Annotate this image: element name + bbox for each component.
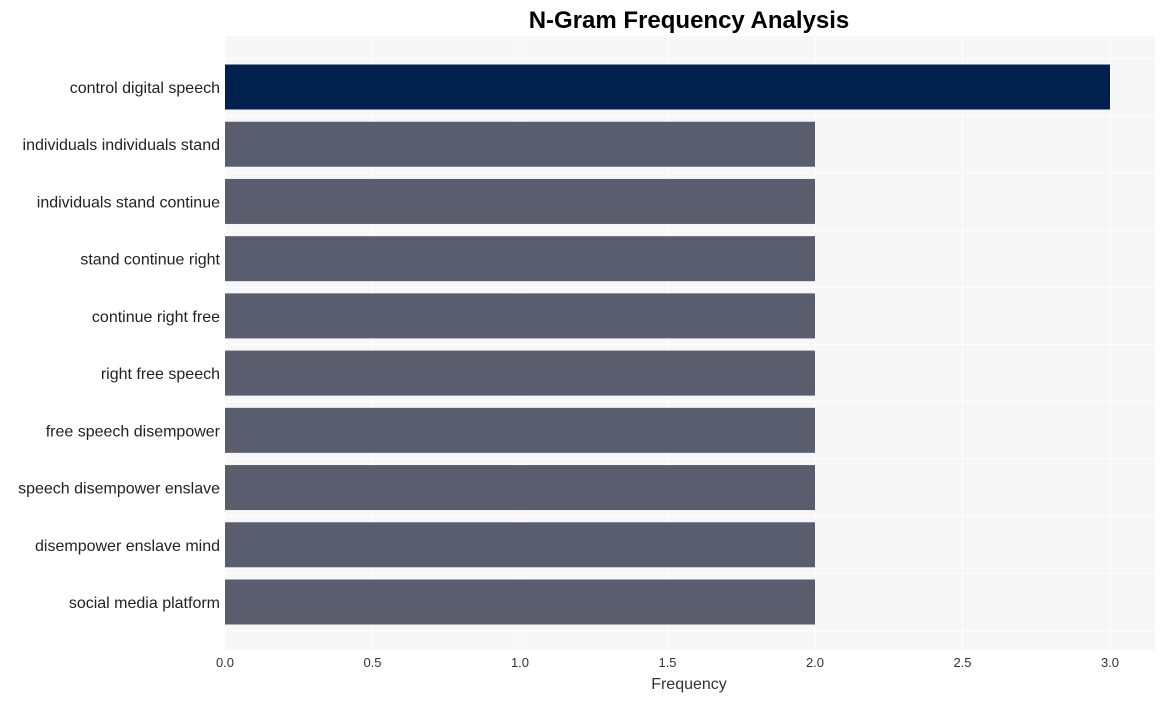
bar <box>225 236 815 282</box>
y-tick-label: continue right free <box>92 309 220 326</box>
y-tick-label: disempower enslave mind <box>35 538 220 555</box>
x-tick-label: 2.0 <box>806 655 824 670</box>
x-tick-label: 2.5 <box>953 655 971 670</box>
x-tick-label: 1.5 <box>658 655 676 670</box>
bar <box>225 121 815 167</box>
x-tick-label: 0.5 <box>363 655 381 670</box>
x-tick-label: 1.0 <box>511 655 529 670</box>
y-tick-label: right free speech <box>101 366 220 383</box>
y-tick-label: control digital speech <box>70 80 220 97</box>
x-tick-label: 3.0 <box>1101 655 1119 670</box>
y-tick-label: individuals stand continue <box>37 194 220 211</box>
ngram-bar-chart: control digital speech individuals indivi… <box>18 7 1155 693</box>
y-tick-label: individuals individuals stand <box>23 137 220 154</box>
y-tick-label: free speech disempower <box>46 423 221 440</box>
bar <box>225 64 1110 110</box>
y-tick-label: speech disempower enslave <box>18 481 220 498</box>
bar <box>225 465 815 511</box>
bar <box>225 407 815 453</box>
y-tick-label: social media platform <box>69 595 220 612</box>
bar <box>225 579 815 625</box>
bar <box>225 293 815 339</box>
x-axis-label: Frequency <box>651 676 727 693</box>
chart-title: N-Gram Frequency Analysis <box>529 7 850 34</box>
y-axis-labels: control digital speech individuals indivi… <box>18 80 221 612</box>
x-tick-label: 0.0 <box>216 655 234 670</box>
y-tick-label: stand continue right <box>80 252 220 269</box>
bar <box>225 522 815 568</box>
bar <box>225 350 815 396</box>
x-axis-ticks: 0.0 0.5 1.0 1.5 2.0 2.5 3.0 <box>216 655 1119 670</box>
bar <box>225 178 815 224</box>
